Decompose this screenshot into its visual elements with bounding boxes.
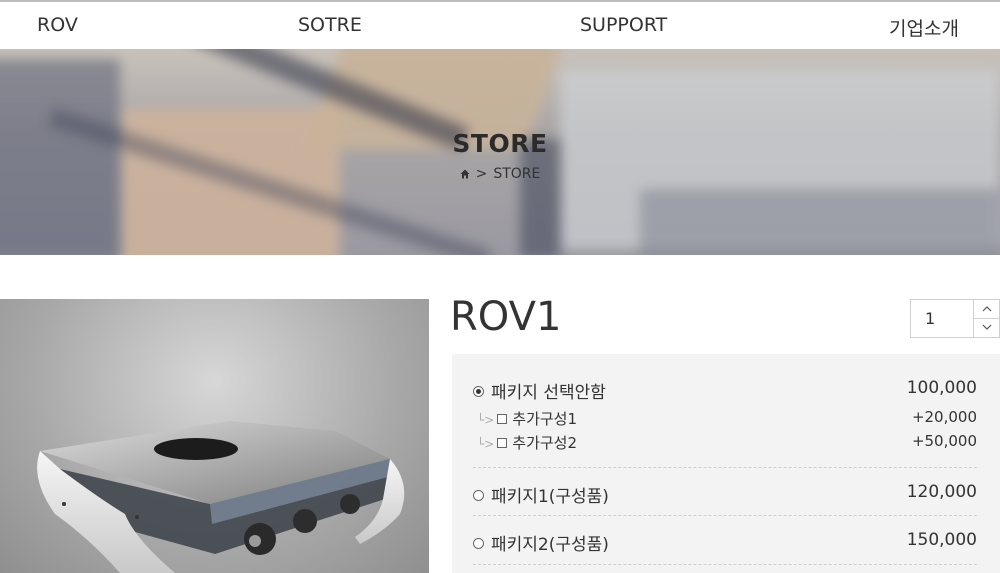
package-options: 패키지 선택안함 100,000 └> 추가구성1 +20,000 └> 추가구성2… bbox=[452, 354, 1000, 573]
rov-render bbox=[37, 421, 405, 573]
hero-bg-shape bbox=[640, 189, 1000, 255]
quantity-buttons bbox=[973, 300, 999, 337]
product-image bbox=[0, 299, 429, 573]
divider bbox=[473, 564, 977, 565]
top-nav: ROV SOTRE SUPPORT 기업소개 bbox=[0, 0, 1000, 49]
option-price: 120,000 bbox=[906, 482, 977, 502]
addon-item[interactable]: └> 추가구성1 +20,000 bbox=[477, 408, 977, 429]
option-package-1[interactable]: 패키지1(구성품) 120,000 bbox=[473, 482, 977, 507]
breadcrumb-separator: > bbox=[475, 166, 488, 182]
addon-price: +20,000 bbox=[911, 408, 977, 426]
option-price: 150,000 bbox=[906, 530, 977, 550]
radio-selected[interactable] bbox=[473, 386, 484, 397]
product-name: ROV1 bbox=[450, 294, 562, 340]
divider bbox=[473, 467, 977, 468]
hero-banner: STORE > STORE bbox=[0, 49, 1000, 255]
option-label: 패키지 선택안함 bbox=[491, 383, 606, 403]
option-label: 패키지1(구성품) bbox=[491, 487, 609, 507]
home-icon[interactable] bbox=[460, 169, 470, 179]
addon-price: +50,000 bbox=[911, 432, 977, 450]
quantity-down-button[interactable] bbox=[974, 318, 999, 336]
checkbox[interactable] bbox=[497, 414, 508, 424]
option-package-2[interactable]: 패키지2(구성품) 150,000 bbox=[473, 530, 977, 555]
page-title: STORE bbox=[452, 129, 548, 158]
chevron-down-icon bbox=[982, 324, 991, 330]
nav-support[interactable]: SUPPORT bbox=[580, 14, 667, 36]
breadcrumb: > STORE bbox=[0, 166, 1000, 182]
divider bbox=[473, 515, 977, 516]
breadcrumb-current: STORE bbox=[493, 166, 541, 182]
radio-unselected[interactable] bbox=[473, 538, 484, 549]
option-price: 100,000 bbox=[906, 378, 977, 398]
addon-label: 추가구성2 bbox=[512, 434, 578, 452]
nav-about[interactable]: 기업소개 bbox=[889, 14, 959, 41]
addon-item[interactable]: └> 추가구성2 +50,000 bbox=[477, 432, 977, 453]
quantity-value[interactable]: 1 bbox=[925, 309, 935, 328]
option-no-package[interactable]: 패키지 선택안함 100,000 bbox=[473, 378, 977, 403]
checkbox[interactable] bbox=[497, 438, 508, 448]
quantity-stepper[interactable]: 1 bbox=[910, 299, 1000, 338]
nav-rov[interactable]: ROV bbox=[37, 14, 78, 36]
addon-label: 추가구성1 bbox=[512, 410, 578, 428]
sub-arrow-icon: └> bbox=[477, 413, 495, 427]
quantity-up-button[interactable] bbox=[974, 300, 999, 319]
chevron-up-icon bbox=[982, 306, 991, 312]
option-label: 패키지2(구성품) bbox=[491, 535, 609, 555]
sub-arrow-icon: └> bbox=[477, 437, 495, 451]
nav-store[interactable]: SOTRE bbox=[298, 14, 362, 36]
radio-unselected[interactable] bbox=[473, 490, 484, 501]
